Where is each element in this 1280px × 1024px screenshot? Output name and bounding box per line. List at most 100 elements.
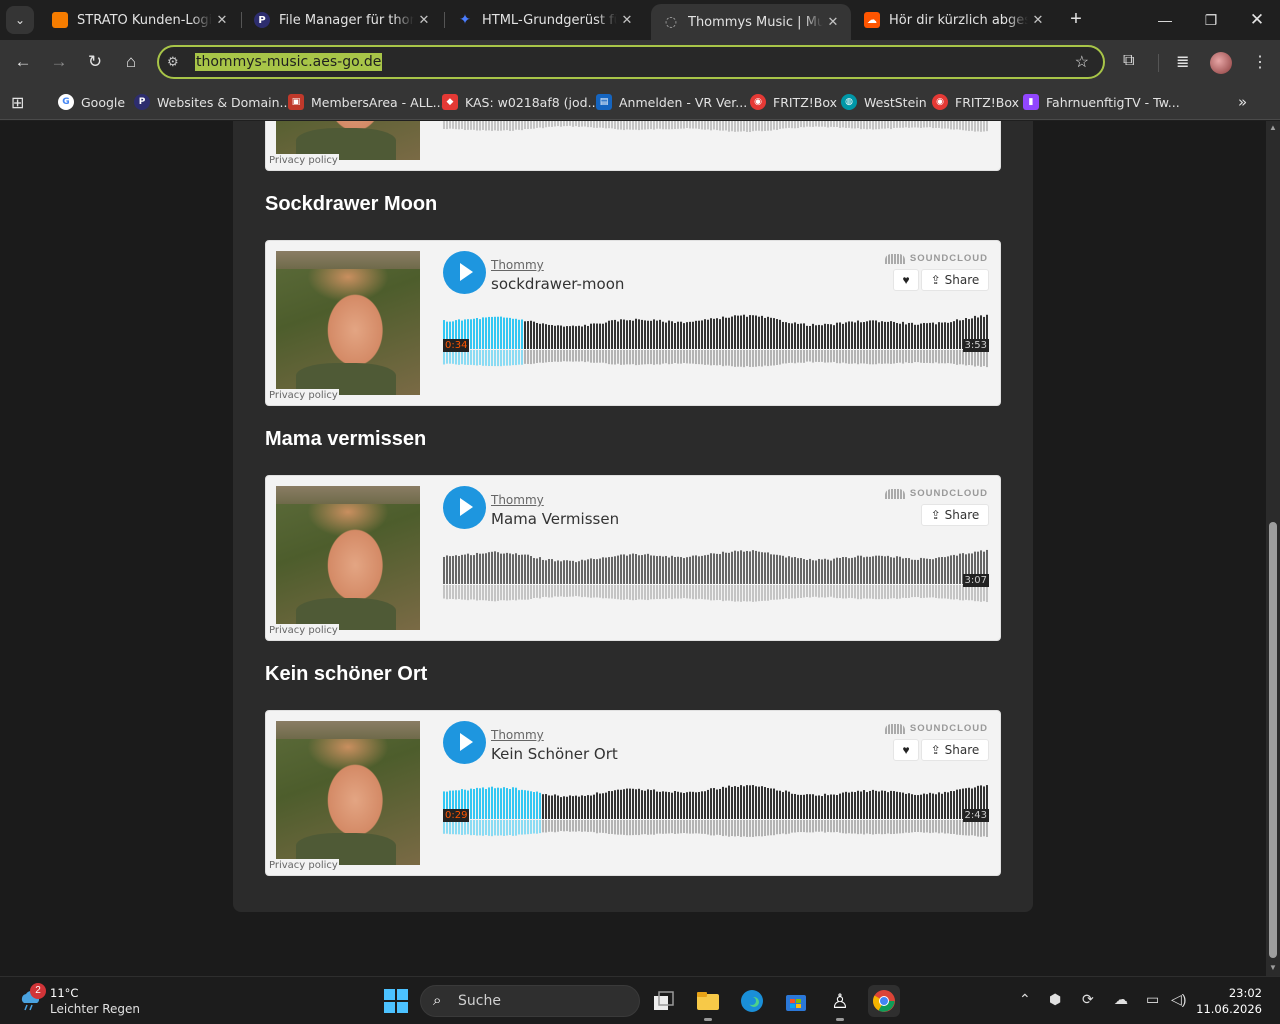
waveform-reflection-bar <box>947 820 949 834</box>
dropbox-icon[interactable]: ⬢ <box>1049 991 1061 1008</box>
onedrive-offline-icon[interactable]: ☁ <box>1114 991 1128 1008</box>
waveform-reflection-bar <box>704 350 706 365</box>
bookmark-weststein[interactable]: ◍ WestStein <box>841 92 927 112</box>
privacy-policy-link[interactable]: Privacy policy <box>268 389 339 402</box>
extensions-icon[interactable]: ⧉ <box>1123 52 1134 70</box>
privacy-policy-link[interactable]: Privacy policy <box>268 859 339 872</box>
taskbar-search[interactable]: ⌕ Suche <box>420 985 640 1017</box>
waveform-reflection-bar <box>557 121 559 127</box>
weather-condition[interactable]: Leichter Regen <box>50 1002 140 1016</box>
bookmark-websites-domains[interactable]: P Websites & Domain... <box>134 92 291 112</box>
waveform-bar <box>698 320 700 349</box>
play-button[interactable] <box>443 486 486 529</box>
bookmark-fritzbox-2[interactable]: ◉ FRITZ!Box <box>932 92 1019 112</box>
forward-button[interactable]: → <box>47 50 71 74</box>
waveform-reflection-bar <box>821 585 823 598</box>
back-button[interactable]: ← <box>11 50 35 74</box>
sync-icon[interactable]: ⟳ <box>1082 991 1094 1008</box>
tab-file-manager[interactable]: P File Manager für thommy ✕ <box>242 0 442 40</box>
tab-soundcloud[interactable]: ☁ Hör dir kürzlich abgespie ✕ <box>852 0 1056 40</box>
waveform-reflection-bar <box>911 121 913 128</box>
bookmark-membersarea[interactable]: ▣ MembersArea - ALL... <box>288 92 445 112</box>
close-icon[interactable]: ✕ <box>617 13 637 28</box>
like-button[interactable]: ♥ <box>893 269 919 291</box>
system-clock[interactable]: 23:02 11.06.2026 <box>1196 985 1262 1017</box>
scrollbar-thumb[interactable] <box>1269 522 1277 958</box>
close-window-button[interactable]: ✕ <box>1234 0 1280 40</box>
close-icon[interactable]: ✕ <box>1028 13 1048 28</box>
page-scrollbar[interactable]: ▲ ▼ <box>1266 121 1280 976</box>
waveform-reflection-bar <box>713 121 715 130</box>
bookmark-vr-anmelden[interactable]: ▤ Anmelden - VR Ver... <box>596 92 747 112</box>
waveform[interactable] <box>443 544 990 606</box>
reload-button[interactable]: ↻ <box>83 50 107 74</box>
album-artwork[interactable] <box>276 721 420 865</box>
profile-avatar[interactable] <box>1210 52 1232 74</box>
apps-grid-icon[interactable]: ⊞ <box>11 92 24 112</box>
bookmark-fritzbox-1[interactable]: ◉ FRITZ!Box <box>750 92 837 112</box>
waveform[interactable] <box>443 779 990 841</box>
tab-strato[interactable]: STRATO Kunden-Login | R ✕ <box>40 0 240 40</box>
artist-link[interactable]: Thommy <box>491 493 544 507</box>
soundcloud-logo[interactable]: SOUNDCLOUD <box>884 488 988 499</box>
waveform-reflection-bar <box>500 820 502 836</box>
task-view-icon[interactable] <box>648 985 680 1017</box>
play-button[interactable] <box>443 251 486 294</box>
share-button[interactable]: ⇪ Share <box>921 269 989 291</box>
track-title[interactable]: Mama Vermissen <box>491 510 619 528</box>
soundcloud-logo[interactable]: SOUNDCLOUD <box>884 723 988 734</box>
more-bookmarks-icon[interactable]: » <box>1238 92 1247 112</box>
track-title[interactable]: sockdrawer-moon <box>491 275 624 293</box>
bookmark-fahrnuenftigtv[interactable]: ▮ FahrnuenftigTV - Tw... <box>1023 92 1180 112</box>
waveform[interactable] <box>443 121 990 136</box>
tray-chevron-icon[interactable]: ⌃ <box>1019 991 1031 1008</box>
file-explorer-icon[interactable] <box>692 985 724 1021</box>
volume-icon[interactable]: ◁) <box>1171 991 1186 1008</box>
like-button[interactable]: ♥ <box>893 739 919 761</box>
play-button[interactable] <box>443 721 486 764</box>
close-icon[interactable]: ✕ <box>823 15 843 30</box>
home-button[interactable]: ⌂ <box>119 50 143 74</box>
waveform[interactable] <box>443 309 990 371</box>
chrome-icon[interactable] <box>868 985 900 1017</box>
share-button[interactable]: ⇪ Share <box>921 739 989 761</box>
tab-search-button[interactable]: ⌄ <box>6 6 34 34</box>
bookmark-star-icon[interactable]: ☆ <box>1075 52 1089 72</box>
start-button[interactable] <box>384 989 408 1013</box>
privacy-policy-link[interactable]: Privacy policy <box>268 154 339 167</box>
agent-app-icon[interactable]: ♙ <box>824 985 856 1021</box>
address-bar[interactable]: ⚙ thommys-music.aes-go.de ☆ <box>157 45 1105 79</box>
artist-link[interactable]: Thommy <box>491 728 544 742</box>
waveform-reflection-bar <box>962 820 964 836</box>
url-text[interactable]: thommys-music.aes-go.de <box>195 53 383 71</box>
share-button[interactable]: ⇪ Share <box>921 504 989 526</box>
store-icon[interactable] <box>780 985 812 1017</box>
artist-link[interactable]: Thommy <box>491 258 544 272</box>
track-title[interactable]: Kein Schöner Ort <box>491 745 618 763</box>
restore-button[interactable]: ❐ <box>1188 0 1234 40</box>
network-icon[interactable]: ▭ <box>1146 991 1159 1008</box>
bookmark-kas[interactable]: ◆ KAS: w0218af8 (jod... <box>442 92 600 112</box>
temperature[interactable]: 11°C <box>50 986 78 1000</box>
soundcloud-logo[interactable]: SOUNDCLOUD <box>884 253 988 264</box>
edge-icon[interactable] <box>736 985 768 1017</box>
minimize-button[interactable]: — <box>1142 0 1188 40</box>
twitch-icon: ▮ <box>1023 94 1039 110</box>
tab-thommys-music[interactable]: ◌ Thommys Music | Music- ✕ <box>651 4 851 40</box>
tab-html-grundgeruest[interactable]: ✦ HTML-Grundgerüst für M ✕ <box>445 0 645 40</box>
album-artwork[interactable] <box>276 251 420 395</box>
album-artwork[interactable] <box>276 486 420 630</box>
close-icon[interactable]: ✕ <box>414 13 434 28</box>
bookmark-google[interactable]: G Google <box>58 92 125 112</box>
menu-icon[interactable]: ⋮ <box>1252 52 1268 72</box>
privacy-policy-link[interactable]: Privacy policy <box>268 624 339 637</box>
close-icon[interactable]: ✕ <box>212 13 232 28</box>
waveform-reflection-bar <box>755 585 757 602</box>
new-tab-button[interactable]: + <box>1065 8 1087 32</box>
scroll-down-icon[interactable]: ▼ <box>1266 963 1280 972</box>
waveform-reflection-bar <box>473 350 475 366</box>
waveform-bar <box>473 788 475 819</box>
scroll-up-icon[interactable]: ▲ <box>1266 123 1280 132</box>
media-control-icon[interactable]: ≣ <box>1176 52 1189 72</box>
site-info-icon[interactable]: ⚙ <box>167 54 179 70</box>
